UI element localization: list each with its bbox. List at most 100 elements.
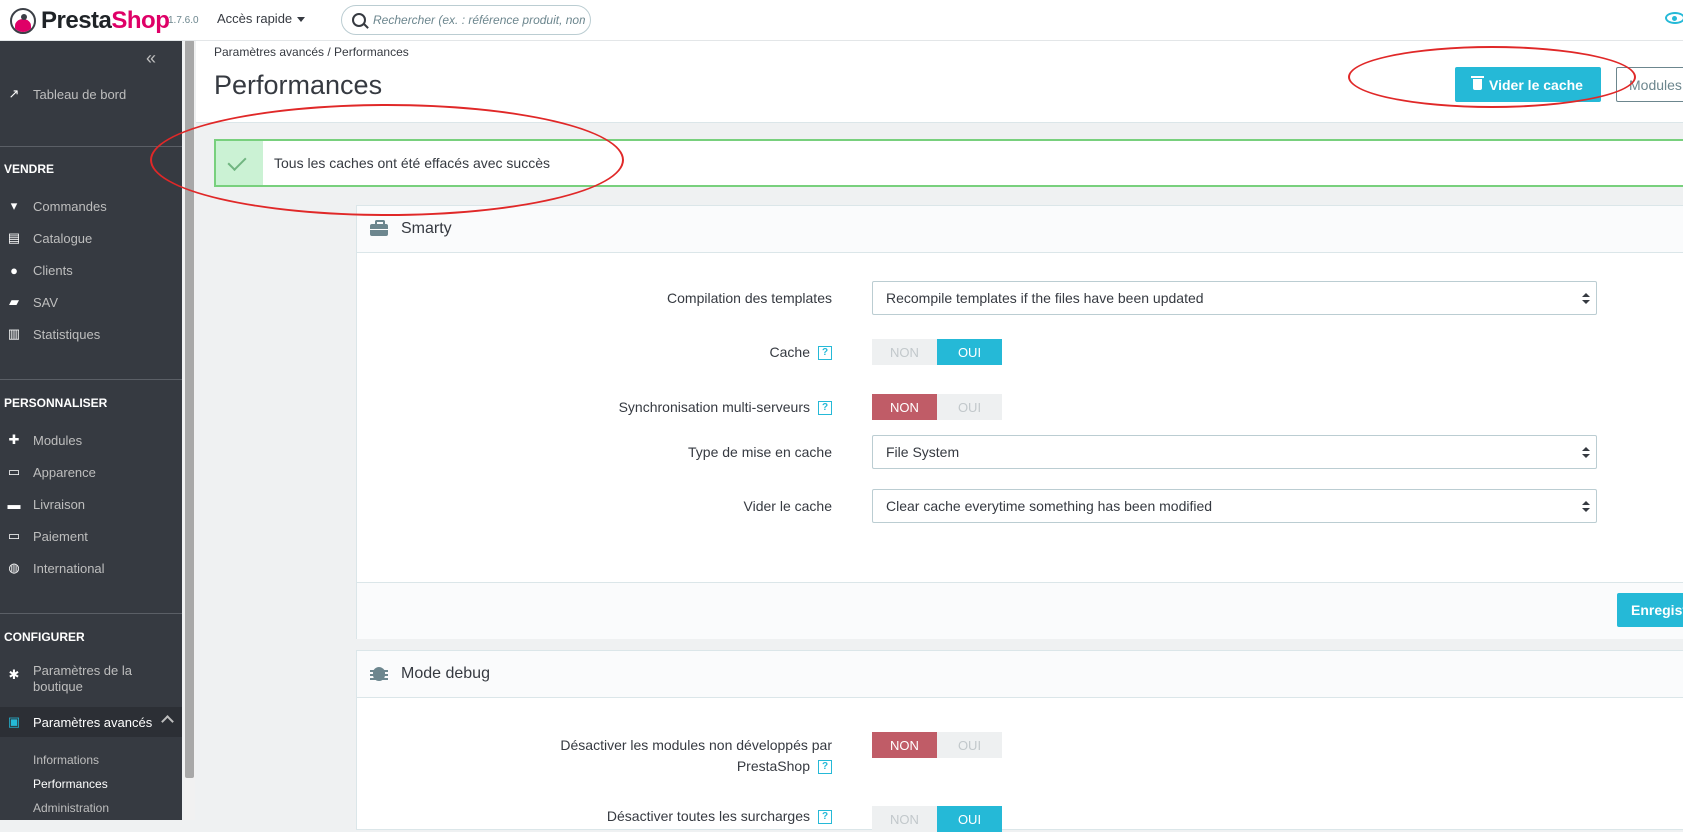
- cache-type-value: File System: [886, 444, 960, 460]
- switch-no[interactable]: NON: [872, 339, 937, 365]
- sidebar-subitem-performance[interactable]: Performances: [33, 777, 108, 791]
- chevron-up-icon: [161, 715, 174, 728]
- sync-label: Synchronisation multi-serveurs?: [619, 399, 832, 416]
- sidebar-item-orders[interactable]: ▾ Commandes: [0, 193, 182, 219]
- clear-cache-value: Clear cache everytime something has been…: [886, 498, 1213, 514]
- cache-type-select[interactable]: File System: [872, 435, 1597, 469]
- sidebar-divider: [0, 146, 182, 147]
- sidebar-item-label: Paiement: [33, 528, 88, 544]
- compilation-label: Compilation des templates: [667, 290, 832, 306]
- smarty-panel: Smarty Compilation des templates Recompi…: [356, 205, 1683, 639]
- search-icon[interactable]: [352, 13, 366, 27]
- clear-cache-label: Vider le cache: [743, 498, 832, 514]
- sidebar-item-label: Paramètres de la boutique: [33, 663, 132, 694]
- settings-box-icon: ▣: [7, 714, 21, 729]
- sidebar-item-label: Paramètres avancés: [33, 714, 153, 730]
- compilation-value: Recompile templates if the files have be…: [886, 290, 1204, 306]
- disable-modules-switch[interactable]: NON OUI: [872, 732, 1002, 758]
- sidebar-item-catalog[interactable]: ▤ Catalogue: [0, 225, 182, 251]
- sidebar-item-label: SAV: [33, 294, 59, 310]
- clear-cache-label: Vider le cache: [1489, 76, 1583, 93]
- collapse-sidebar-icon[interactable]: «: [146, 48, 156, 69]
- version-label: 1.7.6.0: [168, 15, 199, 26]
- sidebar-section-configure: CONFIGURER: [4, 630, 85, 644]
- sidebar-item-label: Livraison: [33, 496, 86, 512]
- disable-overrides-switch[interactable]: NON OUI: [872, 806, 1002, 832]
- sync-switch[interactable]: NON OUI: [872, 394, 1002, 420]
- help-icon[interactable]: ?: [818, 401, 832, 416]
- save-button[interactable]: Enregist: [1617, 593, 1683, 627]
- check-icon: [227, 151, 247, 172]
- disable-modules-label: Désactiver les modules non développés pa…: [560, 737, 832, 775]
- sidebar-item-customers[interactable]: ● Clients: [0, 257, 182, 283]
- bug-icon: [370, 666, 390, 682]
- sidebar-item-appearance[interactable]: ▭ Apparence: [0, 459, 182, 485]
- briefcase-icon: [370, 220, 390, 237]
- quick-access-label: Accès rapide: [217, 11, 293, 26]
- cache-switch[interactable]: NON OUI: [872, 339, 1002, 365]
- clear-cache-button[interactable]: Vider le cache: [1455, 67, 1601, 102]
- sidebar-divider: [0, 379, 182, 380]
- search-box[interactable]: [341, 5, 591, 35]
- sidebar-item-label: Catalogue: [33, 230, 93, 246]
- switch-no[interactable]: NON: [872, 806, 937, 832]
- quick-access-dropdown[interactable]: Accès rapide: [217, 11, 306, 26]
- sidebar-item-label: Modules: [33, 432, 83, 448]
- caret-down-icon: [297, 17, 306, 23]
- sidebar-item-label: Statistiques: [33, 326, 101, 342]
- disable-overrides-label: Désactiver toutes les surcharges?: [607, 808, 832, 825]
- prestashop-logo[interactable]: PrestaShop: [10, 7, 170, 35]
- modules-button[interactable]: Modules: [1616, 67, 1683, 102]
- sidebar: « ↗ Tableau de bord VENDRE ▾ Commandes ▤…: [0, 40, 182, 820]
- sidebar-subitem-information[interactable]: Informations: [33, 753, 99, 767]
- help-icon[interactable]: ?: [818, 810, 832, 825]
- switch-yes[interactable]: OUI: [937, 394, 1002, 420]
- success-alert: Tous les caches ont été effacés avec suc…: [214, 139, 1683, 187]
- cache-type-label: Type de mise en cache: [688, 444, 832, 460]
- view-shop-icon[interactable]: [1665, 12, 1683, 24]
- scrollbar-thumb[interactable]: [185, 40, 194, 778]
- sidebar-item-label: Commandes: [33, 198, 107, 214]
- cache-label: Cache?: [770, 344, 832, 361]
- truck-icon: ▬: [7, 496, 21, 512]
- trending-up-icon: ↗: [8, 86, 20, 101]
- sidebar-item-payment[interactable]: ▭ Paiement: [0, 523, 182, 549]
- sidebar-section-sell: VENDRE: [4, 162, 55, 176]
- sidebar-item-label: Tableau de bord: [33, 86, 127, 102]
- switch-yes[interactable]: OUI: [937, 806, 1002, 832]
- sidebar-subitem-administration[interactable]: Administration: [33, 801, 109, 815]
- help-icon[interactable]: ?: [818, 760, 832, 775]
- store-icon: ▤: [7, 230, 21, 245]
- prestashop-puffin-icon: [10, 8, 36, 34]
- clear-cache-select[interactable]: Clear cache everytime something has been…: [872, 489, 1597, 523]
- sidebar-divider: [0, 613, 182, 614]
- sidebar-scrollbar[interactable]: [184, 40, 195, 820]
- help-icon[interactable]: ?: [818, 346, 832, 361]
- sidebar-item-label: Clients: [33, 262, 73, 278]
- sidebar-item-label: International: [33, 560, 105, 576]
- sidebar-item-advanced-parameters[interactable]: ▣ Paramètres avancés: [0, 707, 182, 737]
- sidebar-item-dashboard[interactable]: ↗ Tableau de bord: [0, 81, 182, 107]
- search-input[interactable]: [373, 12, 585, 28]
- chat-icon: ▰: [9, 294, 19, 309]
- switch-no[interactable]: NON: [872, 394, 937, 420]
- sidebar-item-shop-parameters[interactable]: ✱ Paramètres de la boutique: [0, 663, 182, 703]
- sidebar-item-modules[interactable]: ✚ Modules: [0, 427, 182, 453]
- switch-no[interactable]: NON: [872, 732, 937, 758]
- compilation-select[interactable]: Recompile templates if the files have be…: [872, 281, 1597, 315]
- basket-icon: ▾: [10, 198, 18, 213]
- alert-icon-box: [216, 141, 263, 185]
- switch-yes[interactable]: OUI: [937, 339, 1002, 365]
- breadcrumb[interactable]: Paramètres avancés / Performances: [214, 45, 409, 59]
- sidebar-section-customize: PERSONNALISER: [4, 396, 108, 410]
- sidebar-item-customer-service[interactable]: ▰ SAV: [0, 289, 182, 315]
- logo-text: PrestaShop: [41, 7, 170, 34]
- panel-heading: Mode debug: [357, 651, 1683, 698]
- panel-heading: Smarty: [357, 206, 1683, 253]
- gear-icon: ✱: [8, 667, 20, 682]
- sidebar-item-international[interactable]: ◍ International: [0, 555, 182, 581]
- panel-title: Mode debug: [401, 665, 490, 682]
- sidebar-item-stats[interactable]: ▥ Statistiques: [0, 321, 182, 347]
- switch-yes[interactable]: OUI: [937, 732, 1002, 758]
- sidebar-item-shipping[interactable]: ▬ Livraison: [0, 491, 182, 517]
